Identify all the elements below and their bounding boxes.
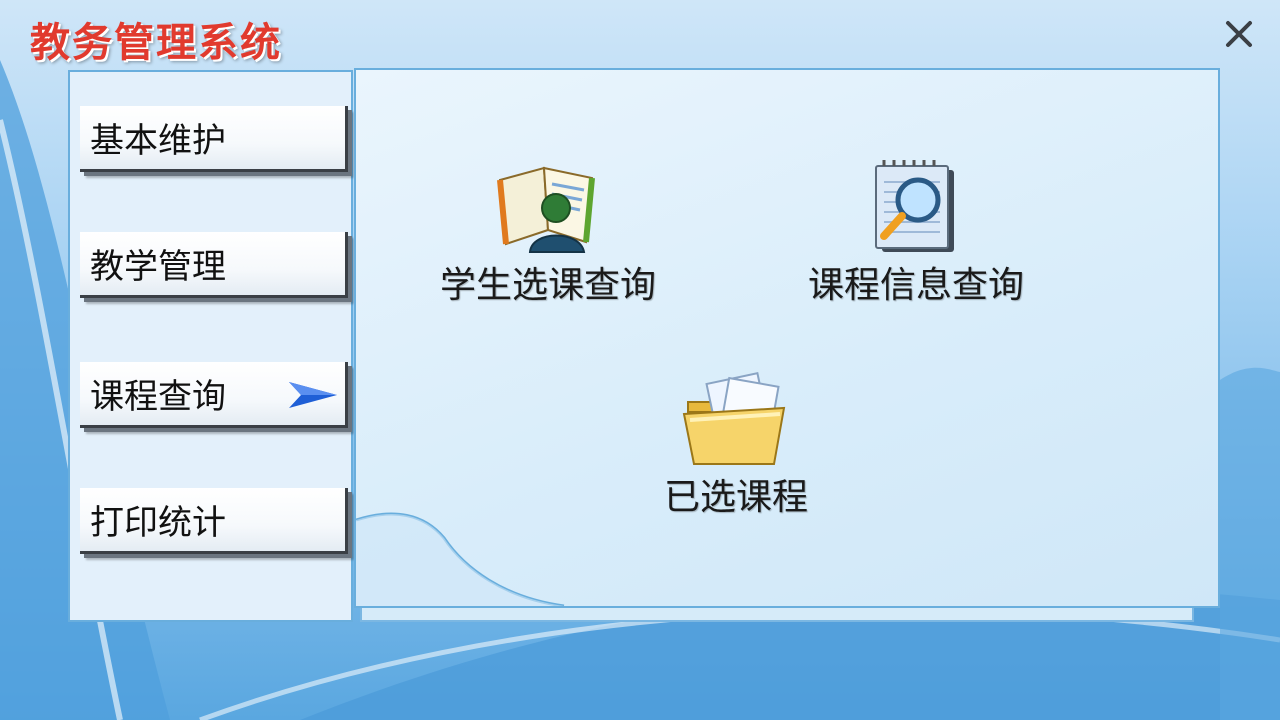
student-course-query-button[interactable]: 学生选课查询 (440, 160, 656, 308)
sidebar: 基本维护 教学管理 课程查询 打印统计 (68, 70, 353, 622)
sidebar-item-print-statistics[interactable]: 打印统计 (80, 488, 348, 554)
sidebar-item-label: 课程查询 (90, 377, 226, 417)
magnifier-document-icon (875, 160, 954, 252)
app-title: 教务管理系统 (30, 19, 282, 66)
sidebar-item-basic-maintenance[interactable]: 基本维护 (80, 106, 348, 172)
close-button[interactable] (1216, 14, 1262, 54)
sidebar-item-label: 教学管理 (90, 247, 226, 287)
selected-courses-button[interactable]: 已选课程 (664, 372, 808, 520)
sidebar-item-label: 打印统计 (90, 503, 226, 543)
sidebar-item-course-query[interactable]: 课程查询 (80, 362, 348, 428)
course-info-query-button[interactable]: 课程信息查询 (808, 160, 1024, 308)
folder-document-icon (682, 372, 786, 465)
feature-label: 学生选课查询 (440, 265, 657, 306)
sidebar-item-label: 基本维护 (90, 121, 226, 161)
sidebar-item-teaching-management[interactable]: 教学管理 (80, 232, 348, 298)
close-icon (1226, 21, 1252, 47)
feature-label: 课程信息查询 (808, 265, 1025, 306)
feature-label: 已选课程 (664, 477, 809, 518)
arrow-right-icon (289, 382, 337, 408)
page-curl-decoration (355, 512, 565, 608)
student-book-icon (497, 166, 595, 253)
